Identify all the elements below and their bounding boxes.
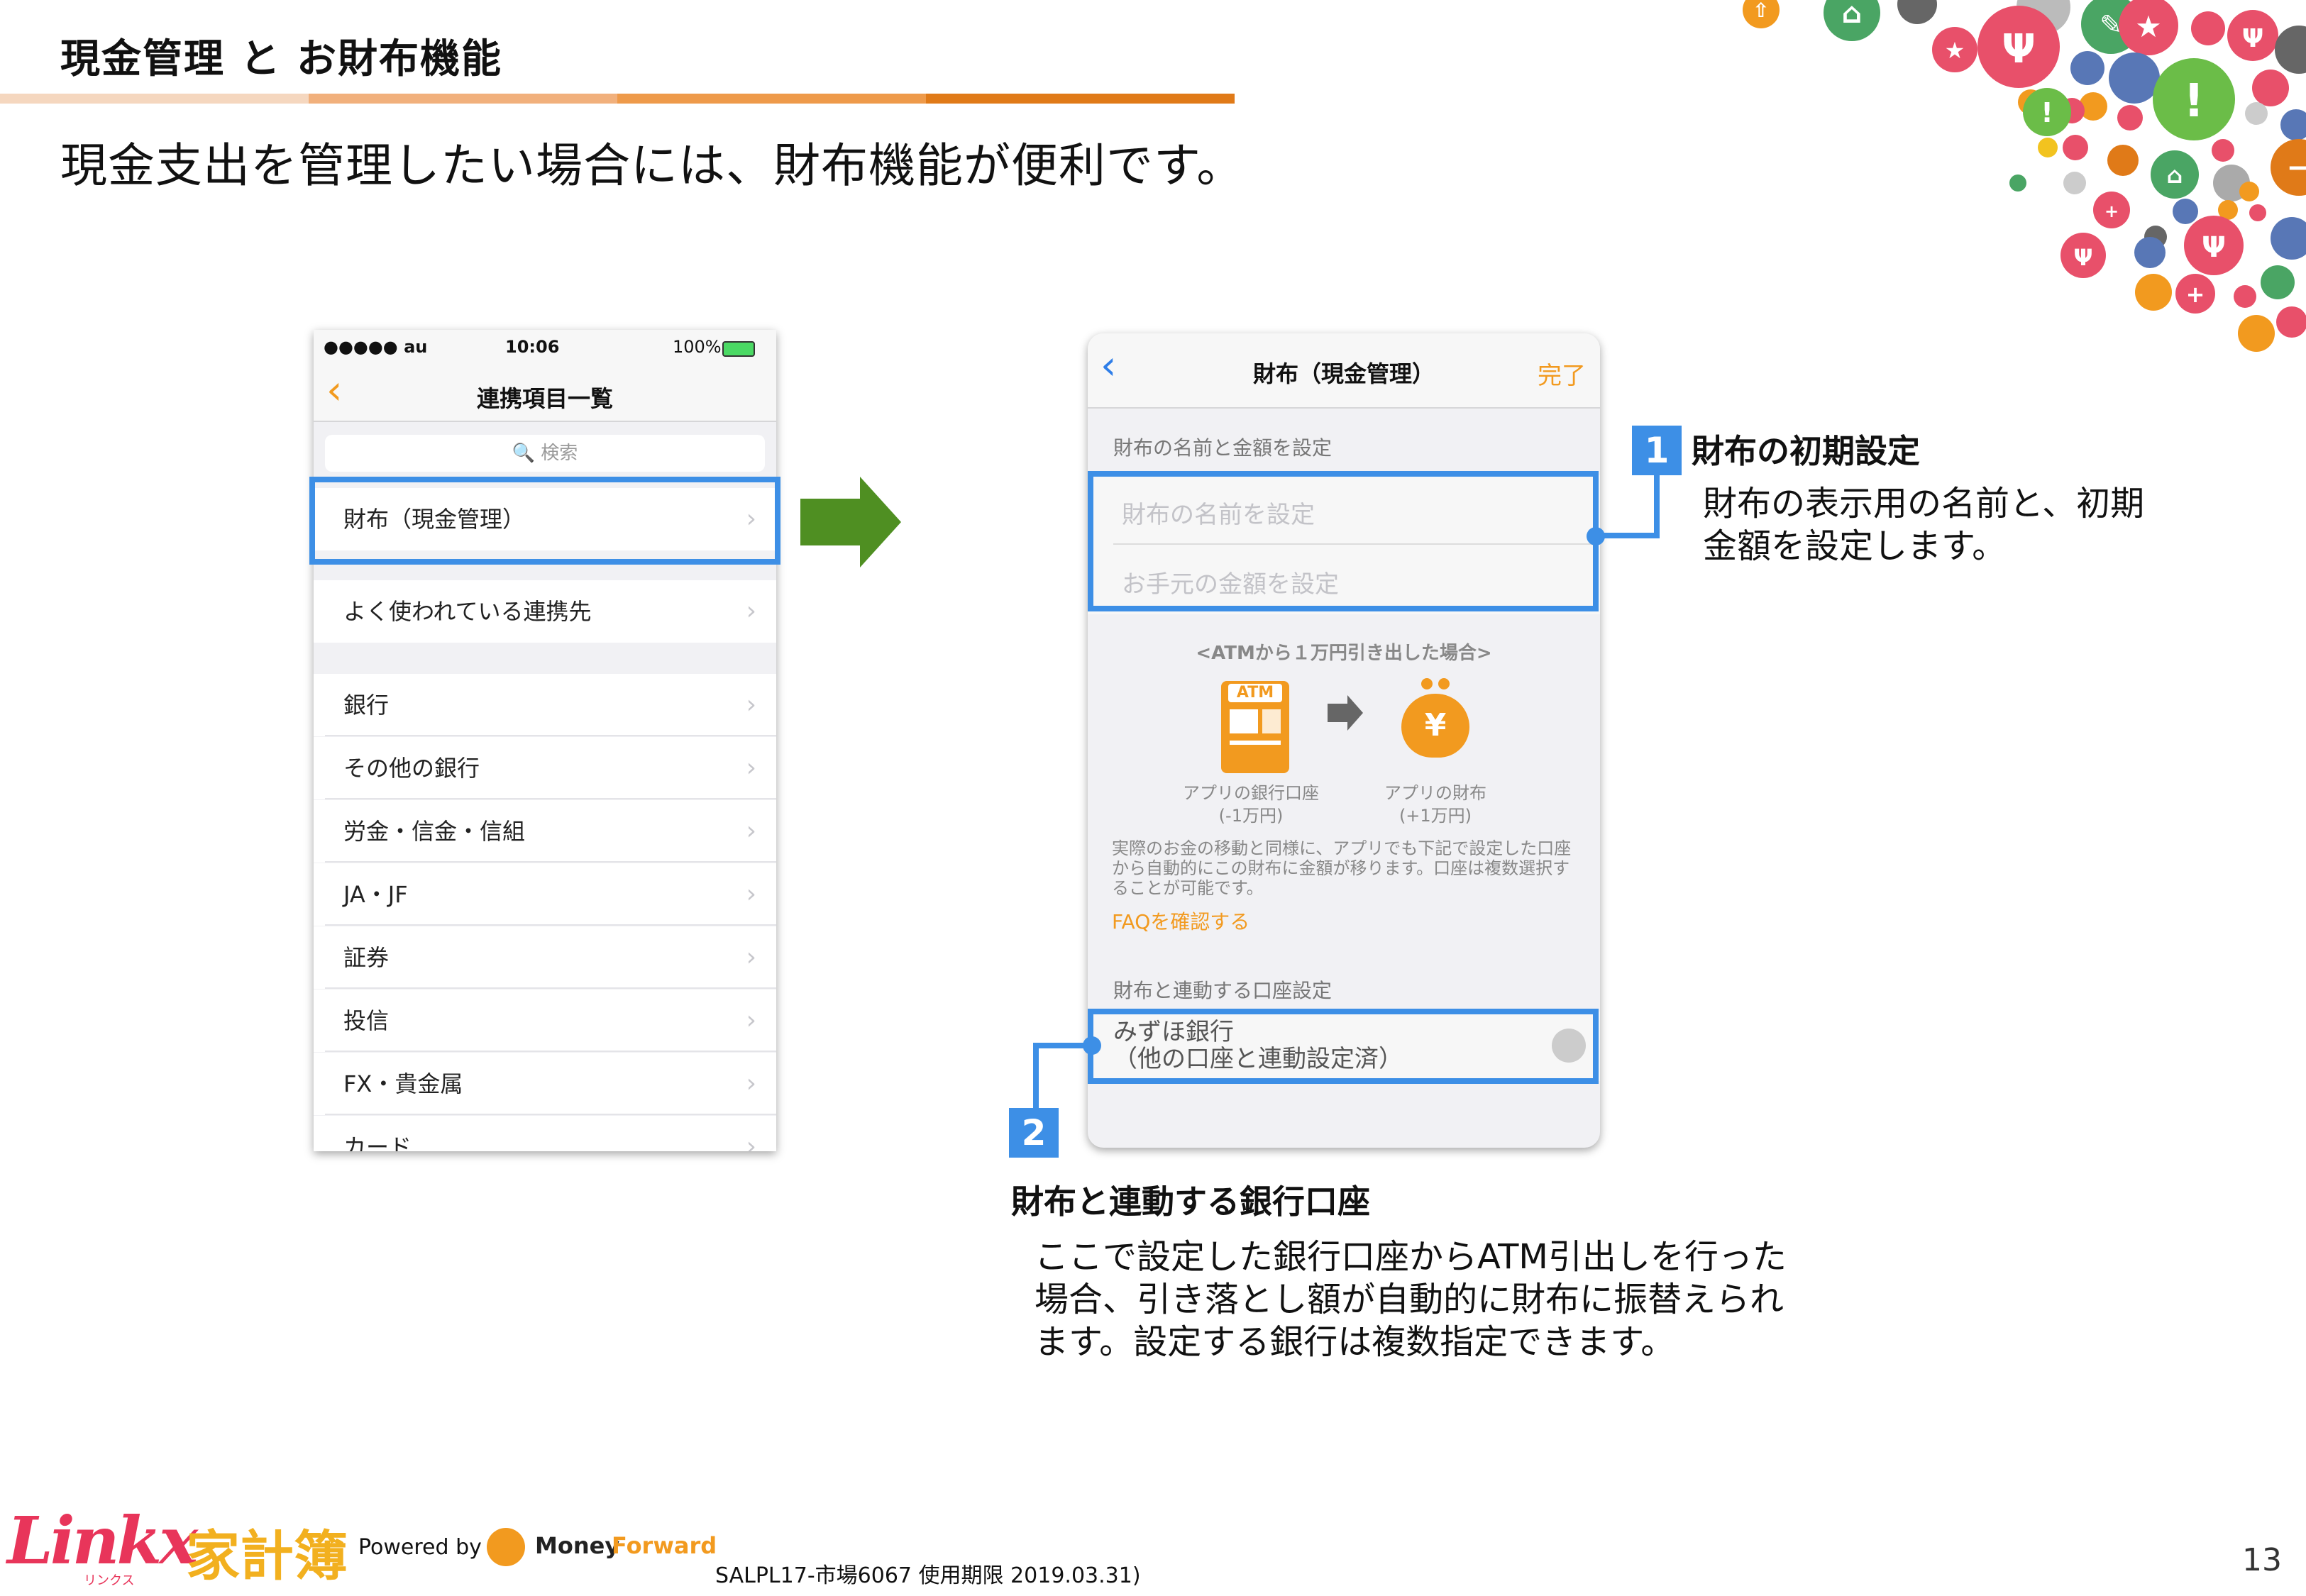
callout1-connector-vert	[1654, 468, 1660, 538]
done-button[interactable]: 完了	[1538, 356, 1586, 391]
svg-text:⇧: ⇧	[1753, 0, 1769, 22]
callout2-connector-vert	[1033, 1043, 1039, 1114]
arrow-right-head	[860, 477, 901, 567]
chevron-right-icon: ›	[746, 1069, 756, 1098]
svg-text:!: !	[2183, 75, 2204, 128]
chevron-right-icon: ›	[746, 1132, 756, 1151]
svg-text:Ψ: Ψ	[2242, 24, 2264, 53]
wallet-bag-icon: ¥	[1401, 694, 1469, 758]
money-forward-money: Money	[535, 1532, 620, 1559]
list-item-credit-union[interactable]: 労金・信金・信組 ›	[314, 800, 776, 863]
highlight-initial-settings	[1088, 471, 1599, 611]
callout1-text-line2: 金額を設定します。	[1703, 526, 2007, 566]
carrier-signal: ●●●●● au	[324, 337, 428, 357]
list-item-popular[interactable]: よく使われている連携先 ›	[314, 580, 776, 643]
arrow-right-icon	[800, 499, 861, 545]
svg-text:−: −	[2286, 150, 2306, 184]
arrow-right-small-icon	[1328, 704, 1349, 722]
svg-text:Ψ: Ψ	[2002, 26, 2036, 72]
chevron-right-icon: ›	[746, 597, 756, 626]
wallet-label: アプリの財布	[1384, 783, 1486, 803]
callout1-title: 財布の初期設定	[1692, 432, 1920, 470]
page-title: 現金管理 と お財布機能	[60, 36, 502, 82]
nav-bar: ‹ 財布（現金管理） 完了	[1088, 333, 1600, 409]
callout2-text-line1: ここで設定した銀行口座からATM引出しを行った	[1035, 1237, 1787, 1277]
search-input[interactable]: 🔍 検索	[325, 435, 765, 472]
list-item-label: JA・JF	[343, 881, 408, 908]
chevron-right-icon: ›	[746, 690, 756, 719]
list-item-card[interactable]: カード ›	[314, 1116, 776, 1151]
section-header-name-amount: 財布の名前と金額を設定	[1113, 436, 1333, 460]
highlight-linked-bank	[1088, 1009, 1599, 1084]
status-time: 10:06	[505, 337, 560, 357]
list-item-label: 証券	[343, 944, 390, 971]
list-item-fx[interactable]: FX・貴金属 ›	[314, 1053, 776, 1115]
list-item-bank[interactable]: 銀行 ›	[314, 674, 776, 736]
chevron-right-icon: ›	[746, 753, 756, 782]
atm-label: ATM	[1228, 684, 1282, 702]
page-number: 13	[2242, 1542, 2282, 1578]
list-item-ja-jf[interactable]: JA・JF ›	[314, 863, 776, 926]
svg-text:⌂: ⌂	[2167, 162, 2183, 189]
highlight-wallet-row	[309, 477, 780, 565]
svg-text:!: !	[2041, 97, 2053, 128]
atm-caption: <ATMから１万円引き出した場合>	[1196, 643, 1492, 664]
title-underline	[0, 94, 1235, 104]
description-text: 実際のお金の移動と同様に、アプリでも下記で設定した口座から自動的にこの財布に金額…	[1112, 838, 1572, 898]
svg-text:★: ★	[2135, 9, 2162, 44]
wallet-delta: (+1万円)	[1399, 806, 1472, 826]
nav-bar: ‹ 連携項目一覧	[314, 365, 776, 422]
powered-by-text: Powered by	[358, 1535, 482, 1560]
list-item-label: よく使われている連携先	[343, 598, 592, 625]
section-header-linked-account: 財布と連動する口座設定	[1113, 979, 1333, 1002]
callout2-text-line2: 場合、引き落とし額が自動的に財布に振替えられ	[1035, 1280, 1784, 1319]
list-item-label: 銀行	[343, 692, 390, 719]
list-item-label: 労金・信金・信組	[343, 818, 526, 845]
battery-icon	[722, 341, 755, 357]
kakeibo-logo: 家計簿	[186, 1524, 348, 1587]
decorative-icon-cluster: ⇧ ⌂ ✎ ★ Ψ ★ Ψ ! ! ⌂ − + Ψ + Ψ	[1743, 0, 2306, 352]
chevron-right-icon: ›	[746, 943, 756, 972]
callout2-number-badge: 2	[1009, 1108, 1059, 1158]
battery-percent: 100%	[673, 337, 722, 357]
callout1-connector	[1596, 533, 1660, 538]
money-forward-logo-icon	[487, 1528, 525, 1566]
faq-link[interactable]: FAQを確認する	[1112, 907, 1249, 935]
callout2-text-line3: ます。設定する銀行は複数指定できます。	[1035, 1322, 1675, 1362]
nav-title: 連携項目一覧	[476, 385, 613, 412]
svg-text:+: +	[2104, 201, 2119, 221]
svg-text:★: ★	[1945, 37, 1965, 64]
nav-title: 財布（現金管理）	[1252, 360, 1435, 387]
callout1-number-badge: 1	[1632, 426, 1682, 475]
linkx-logo: Linkx	[7, 1502, 198, 1579]
chevron-right-icon: ›	[746, 816, 756, 846]
money-forward-forward: Forward	[612, 1532, 717, 1559]
svg-text:+: +	[2186, 281, 2205, 308]
callout2-connector	[1033, 1043, 1090, 1048]
list-item-label: 投信	[343, 1007, 390, 1034]
svg-text:Ψ: Ψ	[2073, 244, 2092, 271]
list-item-label: カード	[343, 1134, 412, 1151]
list-item-other-bank[interactable]: その他の銀行 ›	[314, 737, 776, 799]
list-item-securities[interactable]: 証券 ›	[314, 926, 776, 989]
svg-text:⌂: ⌂	[1842, 0, 1863, 30]
status-bar: ●●●●● au 10:06 100%	[314, 330, 776, 365]
list-item-label: FX・貴金属	[343, 1070, 463, 1097]
atm-icon: ATM	[1221, 681, 1289, 773]
bank-account-delta: (-1万円)	[1218, 806, 1284, 826]
chevron-right-icon: ›	[746, 1006, 756, 1035]
document-code: SALPL17-市場6067 使用期限 2019.03.31)	[715, 1563, 1141, 1588]
callout1-text-line1: 財布の表示用の名前と、初期	[1703, 484, 2145, 523]
subtitle: 現金支出を管理したい場合には、財布機能が便利です。	[60, 138, 1245, 193]
linkx-logo-subtext: リンクス	[84, 1573, 135, 1588]
callout2-title: 財布と連動する銀行口座	[1011, 1182, 1370, 1221]
list-item-funds[interactable]: 投信 ›	[314, 990, 776, 1052]
svg-text:Ψ: Ψ	[2202, 231, 2226, 264]
bank-account-label: アプリの銀行口座	[1183, 783, 1319, 803]
chevron-right-icon: ›	[746, 880, 756, 909]
phone-screen-link-list: ●●●●● au 10:06 100% ‹ 連携項目一覧 🔍 検索 財布（現金管…	[314, 330, 776, 1151]
list-item-label: その他の銀行	[343, 755, 480, 782]
